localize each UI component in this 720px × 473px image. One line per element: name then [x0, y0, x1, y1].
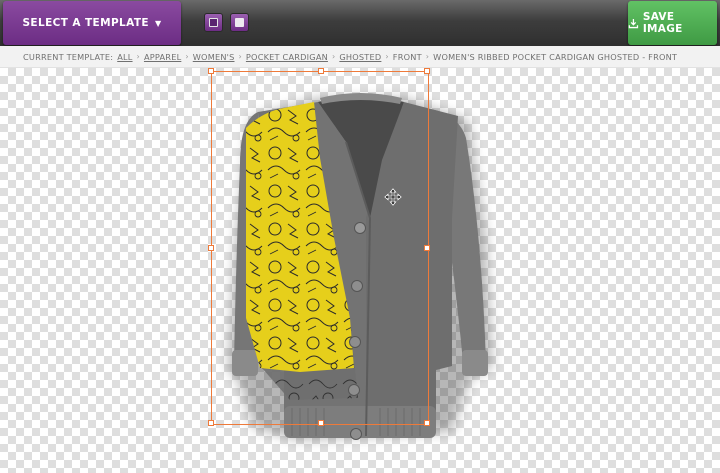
- template-option-dark-button[interactable]: [204, 13, 223, 32]
- breadcrumb-link-all[interactable]: ALL: [117, 52, 132, 62]
- template-option-light-button[interactable]: [230, 13, 249, 32]
- move-arrows-icon: [384, 188, 402, 206]
- resize-handle-top[interactable]: [318, 68, 324, 74]
- breadcrumb-separator: ›: [136, 52, 140, 61]
- resize-handle-bottom[interactable]: [318, 420, 324, 426]
- select-template-label: SELECT A TEMPLATE: [22, 17, 149, 29]
- save-image-button[interactable]: SAVE IMAGE: [628, 1, 717, 45]
- resize-handle-left[interactable]: [208, 245, 214, 251]
- chevron-down-icon: ▼: [154, 18, 162, 28]
- dark-square-icon: [209, 18, 218, 27]
- breadcrumb-link-womens[interactable]: WOMEN'S: [193, 52, 235, 62]
- save-image-label: SAVE IMAGE: [642, 11, 683, 35]
- resize-handle-top-right[interactable]: [424, 68, 430, 74]
- breadcrumb-separator: ›: [185, 52, 189, 61]
- resize-handle-bottom-right[interactable]: [424, 420, 430, 426]
- breadcrumb-view: FRONT: [392, 51, 422, 62]
- breadcrumb-link-ghosted[interactable]: GHOSTED: [339, 52, 381, 62]
- breadcrumb-link-apparel[interactable]: APPAREL: [144, 52, 181, 62]
- selection-bounding-box[interactable]: [208, 68, 430, 426]
- breadcrumb-separator: ›: [238, 52, 242, 61]
- select-template-button[interactable]: SELECT A TEMPLATE ▼: [3, 1, 181, 45]
- resize-handle-top-left[interactable]: [208, 68, 214, 74]
- breadcrumb-link-pocket-cardigan[interactable]: POCKET CARDIGAN: [246, 52, 328, 62]
- breadcrumb-separator: ›: [425, 52, 430, 61]
- resize-handle-right[interactable]: [424, 245, 430, 251]
- breadcrumb-separator: ›: [331, 52, 336, 61]
- design-canvas[interactable]: [0, 68, 720, 473]
- light-square-icon: [235, 18, 244, 27]
- right-cuff: [462, 350, 488, 376]
- breadcrumb-current: WOMEN'S RIBBED POCKET CARDIGAN GHOSTED -…: [433, 51, 678, 62]
- top-toolbar: SELECT A TEMPLATE ▼ SAVE IMAGE: [0, 0, 720, 46]
- breadcrumb-prefix: CURRENT TEMPLATE:: [23, 51, 114, 62]
- download-tray-icon: [628, 18, 639, 28]
- resize-handle-bottom-left[interactable]: [208, 420, 214, 426]
- breadcrumb: CURRENT TEMPLATE: ALL › APPAREL › WOMEN'…: [0, 46, 720, 68]
- breadcrumb-separator: ›: [385, 52, 389, 61]
